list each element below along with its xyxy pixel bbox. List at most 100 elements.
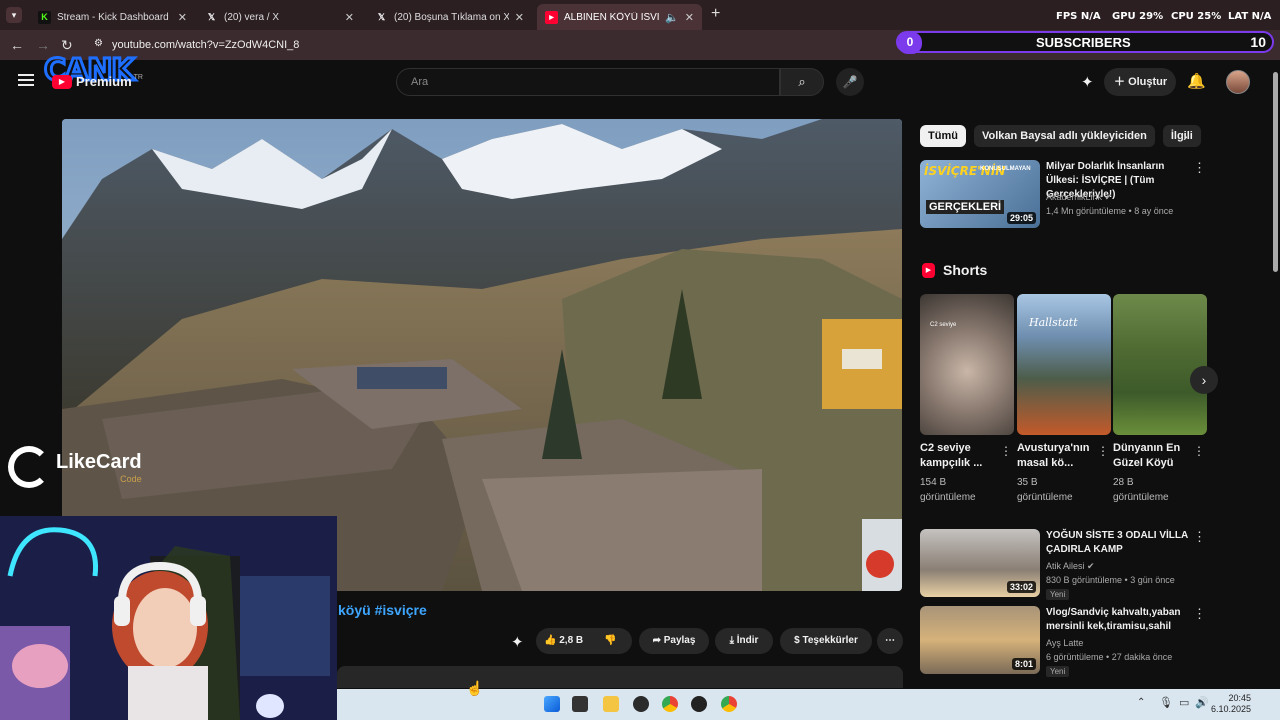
channel-label: AkademikLink [1046,192,1103,202]
more-options-icon[interactable]: ⋮ [1193,529,1206,545]
close-tab-icon[interactable]: ✕ [178,11,187,24]
fps-value: N/A [1080,11,1101,22]
thumbnail-bottom-text: GERÇEKLERİ [926,200,1005,214]
task-view-icon[interactable] [572,696,588,712]
clock[interactable]: 20:45 6.10.2025 [1209,693,1251,715]
page-scrollbar[interactable] [1271,62,1280,689]
video-thumbnail[interactable]: 8:01 [920,606,1040,674]
site-info-icon[interactable]: ⚙ [94,38,103,49]
gemini-sparkle-icon[interactable]: ✦ [1081,73,1094,91]
recommendation-item[interactable]: 8:01 Vlog/Sandviç kahvaltı,yaban mersinl… [920,606,1210,677]
gpu-label: GPU [1112,11,1136,22]
chip-uploader[interactable]: Volkan Baysal adlı yükleyiciden [973,125,1155,147]
new-tab-button[interactable]: + [711,5,720,23]
short-item[interactable]: Dünyanın En Güzel Köyü 28 B görüntüleme … [1113,294,1207,505]
menu-icon[interactable] [18,74,34,86]
short-title[interactable]: Dünyanın En Güzel Köyü [1113,441,1191,471]
gpu-value: 29% [1139,11,1164,22]
reload-icon[interactable]: ↻ [61,37,73,54]
browser-tab-kick[interactable]: K Stream - Kick Dashboard ✕ [30,4,195,30]
chip-all[interactable]: Tümü [920,125,966,147]
close-tab-icon[interactable]: ✕ [515,11,524,24]
recommendation-item[interactable]: 33:02 YOĞUN SİSTE 3 ODALI VİLLA ÇADIRLA … [920,529,1210,600]
dislike-button[interactable]: 👎 [604,628,616,654]
browser-tab-vera[interactable]: 𝕏 (20) vera / X ✕ [197,4,362,30]
short-thumbnail[interactable]: Hallstatt [1017,294,1111,435]
more-options-icon[interactable]: ⋮ [1000,444,1012,458]
sponsor-mark-icon [8,446,50,488]
windows-start-icon[interactable] [544,696,560,712]
chrome-profile-icon[interactable] [721,696,737,712]
youtube-icon: ▶ [545,10,558,24]
channel-name[interactable]: Ayş Latte [1046,638,1083,648]
video-title[interactable]: YOĞUN SİSTE 3 ODALI VİLLA ÇADIRLA KAMP [1046,529,1196,557]
download-button[interactable]: ⤓ İndir [715,628,773,654]
fps-label: FPS [1056,11,1078,22]
short-item[interactable]: C2 seviye C2 seviye kampçılık ... 154 B … [920,294,1014,505]
recommendation-item[interactable]: İSVİÇRE'NİN KONUŞULMAYAN GERÇEKLERİ 29:0… [920,160,1210,228]
premium-label: Premium [76,74,132,89]
tab-search-dropdown-icon[interactable]: ▾ [6,7,22,23]
subscriber-goal-bar: 0 SUBSCRIBERS 10 [896,31,1274,54]
share-icon: ➦ [652,635,664,646]
channel-label: Atik Ailesi [1046,561,1085,571]
cpu-readout: CPU 25% [1171,11,1221,22]
file-explorer-icon[interactable] [603,696,619,712]
microphone-tray-icon[interactable]: 🎙 [1159,696,1173,709]
clock-time: 20:45 [1228,693,1251,703]
url-field[interactable]: ⚙ youtube.com/watch?v=ZzOdW4CNI_8 [86,34,886,56]
video-thumbnail[interactable]: İSVİÇRE'NİN KONUŞULMAYAN GERÇEKLERİ 29:0… [920,160,1040,228]
verified-icon: ✔ [1087,561,1095,571]
youtube-logo[interactable]: ▶ Premium TR [52,74,143,89]
browser-tab-bosuna[interactable]: 𝕏 (20) Boşuna Tıklama on X: "İsviçre ✕ [367,4,532,30]
subscriber-label: SUBSCRIBERS [1036,35,1131,50]
more-options-icon[interactable]: ⋮ [1193,444,1205,458]
create-button[interactable]: ＋ Oluştur [1104,68,1176,96]
short-thumbnail[interactable]: C2 seviye [920,294,1014,435]
shorts-next-button[interactable]: › [1190,366,1218,394]
voice-search-button[interactable]: 🎤 [836,68,864,96]
chips-next-chevron-icon[interactable]: › [1183,128,1188,144]
tray-chevron-icon[interactable]: ⌃ [1137,697,1145,708]
channel-name[interactable]: Atik Ailesi ✔ [1046,561,1095,572]
speaker-icon[interactable]: 🔈 [665,11,679,24]
short-title[interactable]: Avusturya'nın masal kö... [1017,441,1095,471]
back-arrow-icon[interactable]: ← [10,37,24,53]
description-box[interactable] [337,666,903,688]
video-title[interactable]: Vlog/Sandviç kahvaltı,yaban mersinli kek… [1046,606,1196,634]
more-options-icon[interactable]: ⋮ [1193,160,1206,176]
short-thumbnail[interactable] [1113,294,1207,435]
chip-related[interactable]: İlgili [1162,125,1201,147]
verified-icon: ✔ [1104,192,1113,202]
short-item[interactable]: Hallstatt Avusturya'nın masal kö... 35 B… [1017,294,1111,505]
network-icon[interactable]: ▭ [1179,696,1189,709]
shorts-icon: ▶ [922,262,935,278]
video-thumbnail[interactable]: 33:02 [920,529,1040,597]
forward-arrow-icon[interactable]: → [36,37,50,53]
more-options-icon[interactable]: ⋮ [1097,444,1109,458]
video-duration: 33:02 [1006,581,1036,593]
thanks-button[interactable]: $ Teşekkürler [780,628,872,654]
search-button[interactable]: ⌕ [780,68,824,96]
chrome-icon[interactable] [662,696,678,712]
short-title[interactable]: C2 seviye kampçılık ... [920,441,998,471]
avatar[interactable] [1226,70,1250,94]
browser-tab-youtube[interactable]: ▶ ALBİNEN KÖYÜ İSVİÇRE #albi 🔈 ✕ [537,4,702,30]
search-input[interactable]: Ara [396,68,780,96]
more-actions-button[interactable]: ⋯ [877,628,903,654]
volume-icon[interactable]: 🔊 [1195,696,1209,709]
kick-icon: K [38,10,51,24]
gemini-ask-icon[interactable]: ✦ [511,633,524,651]
close-tab-icon[interactable]: ✕ [685,11,694,24]
close-tab-icon[interactable]: ✕ [345,11,354,24]
g-app-icon[interactable] [691,696,707,712]
sponsor-name: LikeCard [56,450,142,473]
obs-icon[interactable] [633,696,649,712]
more-options-icon[interactable]: ⋮ [1193,606,1206,622]
channel-name[interactable]: AkademikLink ✔ [1046,192,1112,203]
notifications-bell-icon[interactable]: 🔔 [1187,72,1206,90]
shorts-header: ▶ Shorts [922,262,987,278]
share-button[interactable]: ➦ Paylaş [639,628,709,654]
like-button[interactable]: 👍 2,8 B [544,635,583,646]
scrollbar-thumb[interactable] [1273,72,1278,272]
